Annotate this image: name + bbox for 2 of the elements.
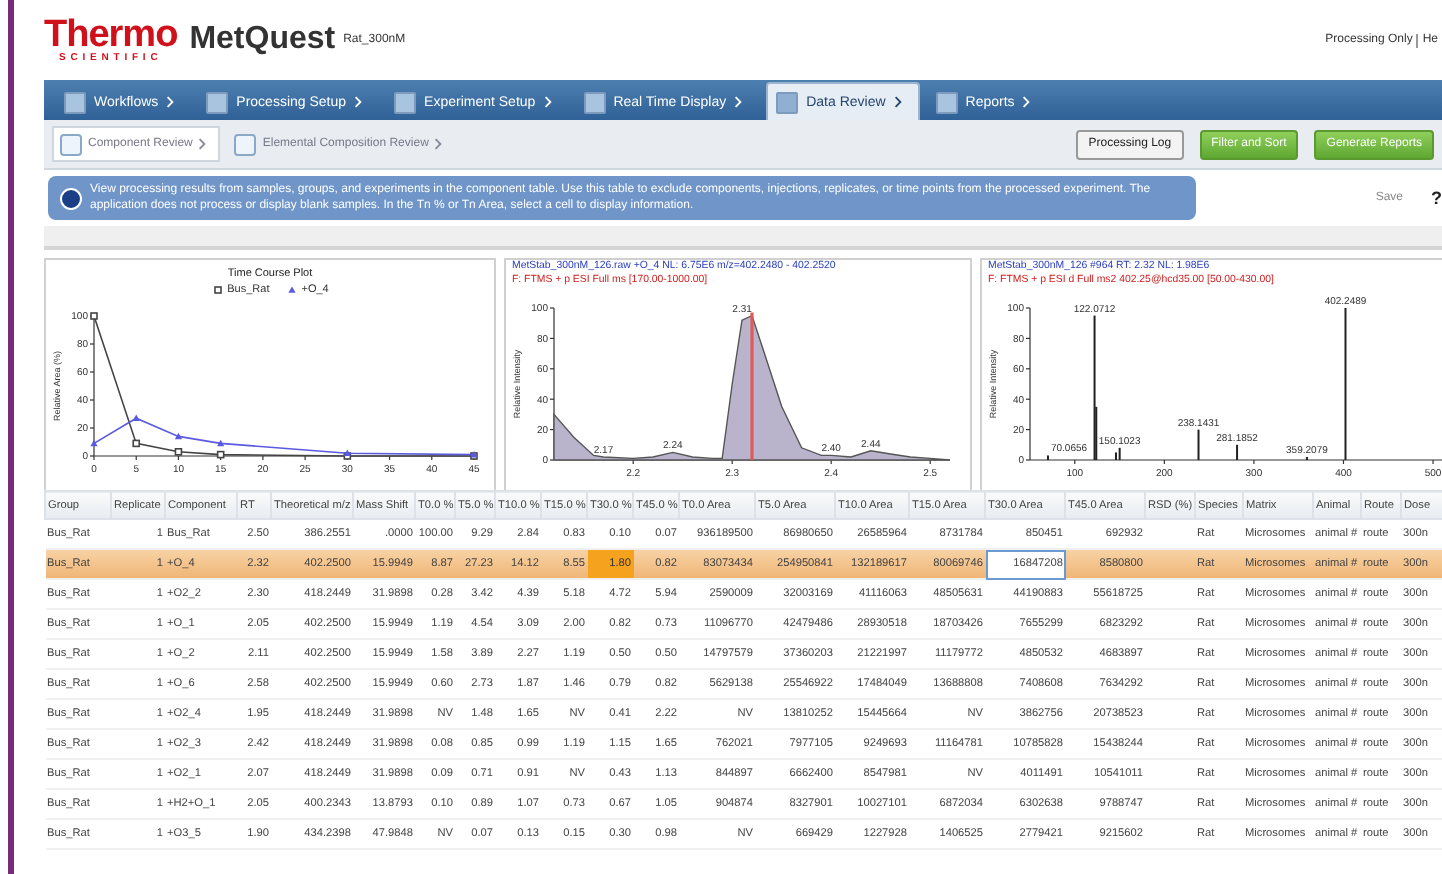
- brand-name: Thermo: [44, 16, 178, 54]
- app-title: MetQuest: [189, 22, 336, 58]
